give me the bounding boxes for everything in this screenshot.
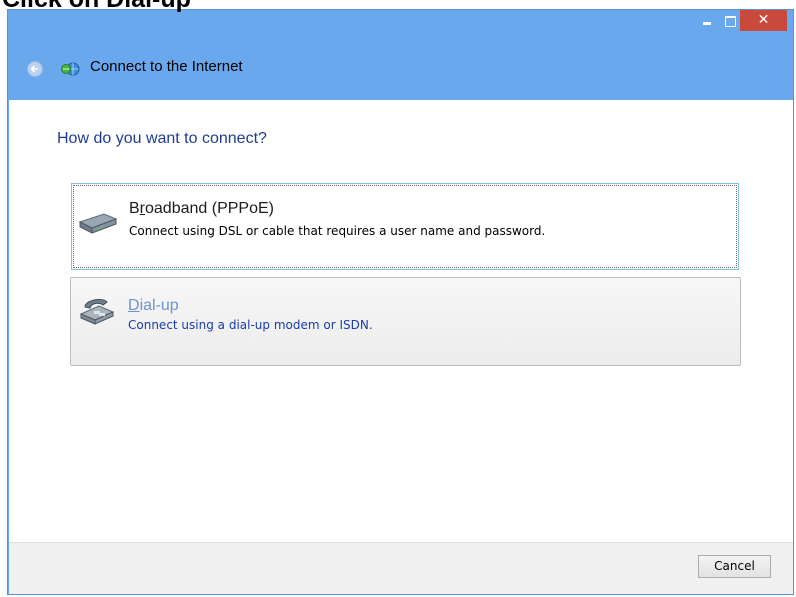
accelerator-key: D (128, 297, 140, 314)
page-heading: How do you want to connect? (57, 130, 267, 147)
minimize-button[interactable] (698, 10, 716, 31)
option-broadband-title: Broadband (PPPoE) (129, 200, 274, 218)
title-prefix: B (129, 200, 140, 217)
cancel-button[interactable]: Cancel (698, 555, 771, 578)
option-dialup-description: Connect using a dial-up modem or ISDN. (128, 318, 373, 332)
dialup-modem-icon (79, 299, 115, 325)
option-dialup[interactable]: Dial-up Connect using a dial-up modem or… (70, 277, 741, 366)
back-button[interactable] (27, 61, 43, 77)
option-broadband[interactable]: Broadband (PPPoE) Connect using DSL or c… (71, 183, 739, 270)
option-broadband-description: Connect using DSL or cable that requires… (129, 224, 546, 238)
maximize-button[interactable] (721, 10, 739, 31)
title-rest: oadband (PPPoE) (145, 200, 274, 217)
content-area: How do you want to connect? Broadband (P… (9, 100, 793, 542)
button-bar: Cancel (9, 542, 793, 594)
wizard-header: Connect to the Internet (8, 47, 793, 99)
connect-dialog: ✕ Connect to the Internet How do you wan… (7, 9, 794, 595)
minimize-icon (703, 22, 711, 25)
title-bar[interactable]: ✕ (8, 10, 793, 47)
network-connect-icon (61, 62, 80, 76)
dialog-title: Connect to the Internet (90, 58, 243, 75)
close-icon: ✕ (757, 12, 770, 28)
title-rest: ial-up (139, 297, 179, 314)
close-button[interactable]: ✕ (740, 10, 787, 31)
maximize-icon (724, 16, 736, 27)
broadband-modem-icon (78, 213, 118, 234)
instruction-caption: Click on Dial-up (2, 0, 191, 12)
back-arrow-icon (30, 65, 38, 73)
option-dialup-title: Dial-up (128, 297, 179, 315)
